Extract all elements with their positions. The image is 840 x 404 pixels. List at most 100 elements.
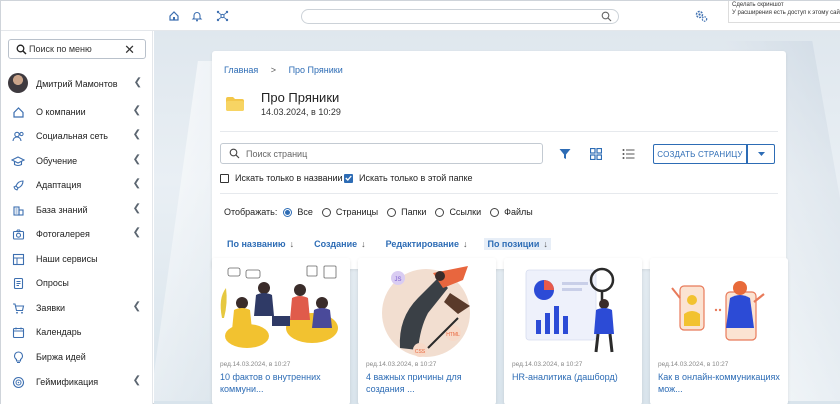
create-page-dropdown[interactable] (747, 144, 775, 164)
user-name: Дмитрий Мамонтов (36, 79, 118, 89)
card-title-link[interactable]: Как в онлайн-коммуникациях мож... (658, 371, 783, 395)
close-icon[interactable]: ✕ (124, 42, 135, 58)
sort-by-name[interactable]: По названию ↓ (224, 238, 297, 250)
breadcrumb: Главная > Про Пряники (224, 65, 343, 75)
radio-dot[interactable] (321, 207, 331, 217)
sort-label: Редактирование (385, 239, 459, 249)
card-edited-date: ред.14.03.2024, в 10:27 (658, 361, 729, 368)
search-only-folder-checkbox[interactable]: Искать только в этой папке (344, 172, 473, 184)
survey-icon (11, 276, 25, 290)
folder-icon (226, 97, 244, 113)
search-only-name-checkbox[interactable]: Искать только в названии (220, 172, 343, 184)
page-card[interactable]: ред.14.03.2024, в 10:27 Как в онлайн-ком… (650, 258, 788, 404)
checkbox-label: Искать только в названии (235, 173, 343, 183)
page-search-input[interactable]: Поиск страниц (220, 143, 543, 164)
card-title-link[interactable]: HR-аналитика (дашборд) (512, 371, 637, 383)
card-image-analytics-dashboard (504, 258, 642, 358)
sort-by-position[interactable]: По позиции ↓ (484, 238, 551, 250)
network-icon[interactable] (215, 9, 229, 23)
chevron-left-icon: ❮ (132, 301, 141, 312)
avatar (8, 73, 28, 93)
create-page-button[interactable]: СОЗДАТЬ СТРАНИЦУ (653, 144, 747, 164)
home-icon (11, 105, 25, 119)
breadcrumb-home-link[interactable]: Главная (224, 65, 258, 75)
sidebar-item-ideas[interactable]: Биржа идей (1, 346, 153, 368)
sidebar-item-gamification[interactable]: Геймификация ❮ (1, 371, 153, 393)
arrow-down-icon: ↓ (543, 239, 548, 249)
checkbox-box[interactable] (344, 173, 353, 183)
page-card[interactable]: ред.14.03.2024, в 10:27 HR-аналитика (да… (504, 258, 642, 404)
global-search-input[interactable] (301, 9, 619, 24)
card-edited-date: ред.14.03.2024, в 10:27 (512, 361, 583, 368)
card-title-link[interactable]: 10 фактов о внутренних коммуни... (220, 371, 345, 395)
sidebar-item-knowledge-base[interactable]: База знаний ❮ (1, 199, 153, 221)
page-date: 14.03.2024, в 10:29 (261, 107, 341, 117)
card-image-online-communication (650, 258, 788, 358)
breadcrumb-current[interactable]: Про Пряники (289, 65, 343, 75)
user-profile[interactable]: Дмитрий Мамонтов ❮ (8, 73, 148, 95)
search-icon (16, 44, 27, 57)
checkbox-box[interactable] (220, 173, 229, 183)
filter-option-folders[interactable]: Папки (387, 207, 426, 217)
grid-view-icon[interactable] (589, 147, 603, 161)
sort-by-edited[interactable]: Редактирование ↓ (383, 238, 471, 250)
settings-icon[interactable] (694, 9, 708, 23)
lightbulb-icon (11, 350, 25, 364)
card-image-people-chatting (212, 258, 350, 358)
checkbox-label: Искать только в этой папке (359, 173, 473, 183)
chevron-left-icon[interactable]: ❮ (134, 77, 142, 88)
caret-down-icon (757, 149, 765, 159)
home-icon[interactable] (167, 9, 181, 23)
filter-icon[interactable] (558, 147, 572, 161)
page-search-placeholder: Поиск страниц (246, 149, 308, 159)
chevron-left-icon: ❮ (132, 227, 141, 238)
radio-dot[interactable] (387, 207, 397, 217)
radio-label: Файлы (504, 207, 533, 217)
sidebar-item-learning[interactable]: Обучение ❮ (1, 150, 153, 172)
menu-search-input[interactable]: Поиск по меню ✕ (8, 39, 146, 59)
sidebar-item-label: Календарь (36, 327, 82, 337)
page-card[interactable]: ред.14.03.2024, в 10:27 10 фактов о внут… (212, 258, 350, 404)
radio-label: Страницы (335, 207, 379, 217)
chevron-left-icon: ❮ (132, 105, 141, 116)
sort-label: Создание (314, 239, 358, 249)
radio-dot[interactable] (283, 207, 293, 217)
display-filter: Отображать: Все Страницы Папки Ссылки Фа… (224, 206, 542, 218)
main-content: Главная > Про Пряники Про Пряники 14.03.… (154, 31, 840, 404)
notice-line: Сделать скриншот (732, 2, 784, 8)
sort-label: По названию (227, 239, 286, 249)
radio-label: Все (297, 207, 313, 217)
sort-by-created[interactable]: Создание ↓ (311, 238, 369, 250)
card-title-link[interactable]: 4 важных причины для создания ... (366, 371, 491, 395)
sidebar-item-gallery[interactable]: Фотогалерея ❮ (1, 223, 153, 245)
sidebar-item-calendar[interactable]: Календарь (1, 321, 153, 343)
arrow-down-icon: ↓ (289, 239, 295, 249)
camera-icon (11, 227, 25, 241)
card-image-developer: JS HTML CSS (358, 258, 496, 358)
sidebar-item-requests[interactable]: Заявки ❮ (1, 297, 153, 319)
filter-option-all[interactable]: Все (283, 207, 313, 217)
grid-icon (11, 252, 25, 266)
arrow-down-icon: ↓ (462, 239, 468, 249)
bell-icon[interactable] (190, 9, 204, 23)
sidebar-item-social[interactable]: Социальная сеть ❮ (1, 125, 153, 147)
sidebar-item-services[interactable]: Наши сервисы (1, 248, 153, 270)
sidebar-item-adaptation[interactable]: Адаптация ❮ (1, 174, 153, 196)
sidebar-item-label: Адаптация (36, 180, 82, 190)
arrow-down-icon: ↓ (361, 239, 366, 249)
sidebar-item-about[interactable]: О компании ❮ (1, 101, 153, 123)
calendar-icon (11, 325, 25, 339)
list-view-icon[interactable] (621, 147, 635, 161)
radio-dot[interactable] (490, 207, 500, 217)
sidebar-item-surveys[interactable]: Опросы (1, 272, 153, 294)
sort-bar: По названию ↓ Создание ↓ Редактирование ↓ П… (224, 237, 565, 251)
divider (220, 131, 778, 132)
filter-option-links[interactable]: Ссылки (435, 207, 481, 217)
filter-option-pages[interactable]: Страницы (321, 207, 379, 217)
radio-dot[interactable] (435, 207, 445, 217)
filter-option-files[interactable]: Файлы (490, 207, 533, 217)
page-card[interactable]: JS HTML CSS ред.14.03.2024, в 10:27 4 ва… (358, 258, 496, 404)
graduation-cap-icon (11, 154, 25, 168)
sidebar-item-label: О компании (36, 107, 86, 117)
sidebar-item-label: Социальная сеть (36, 131, 108, 141)
